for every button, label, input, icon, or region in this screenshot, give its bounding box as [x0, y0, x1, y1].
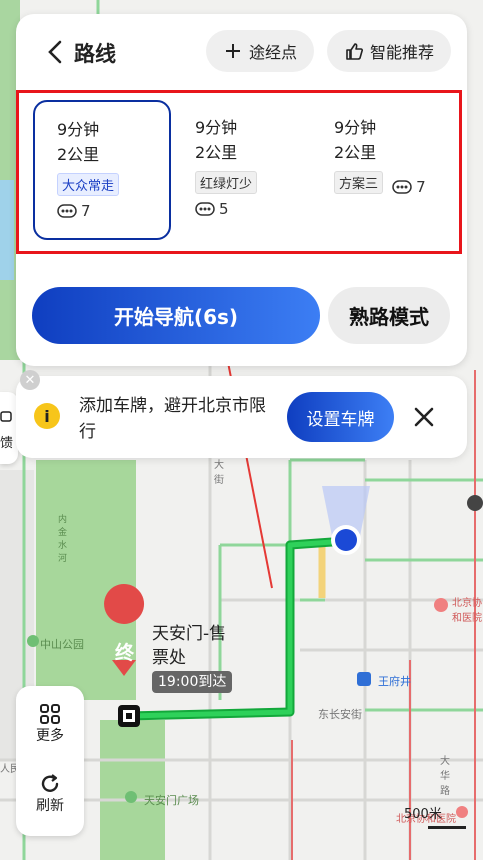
poi-zhongshan-park: 中山公园	[40, 638, 84, 651]
route-distance: 2公里	[334, 143, 377, 162]
plus-icon	[223, 41, 243, 61]
waypoint-label: 途经点	[248, 43, 297, 62]
close-icon[interactable]	[412, 405, 436, 429]
light-count: 7	[416, 177, 426, 196]
feedback-label: 馈	[0, 436, 14, 451]
traffic-light-icon	[195, 202, 215, 216]
route-option-3[interactable]: 9分钟 2公里 方案三 7	[312, 100, 460, 240]
route-time: 9分钟	[195, 118, 238, 137]
waypoint-button[interactable]: 途经点	[206, 30, 314, 72]
destination-badge: 终	[115, 642, 135, 664]
smart-recommend-button[interactable]: 智能推荐	[327, 30, 451, 72]
light-count: 7	[81, 202, 91, 220]
poi-wangfujing: 王府井	[378, 675, 411, 688]
map-tools: 更多 刷新	[16, 686, 84, 836]
destination-name[interactable]: 天安门-售票处	[152, 622, 232, 670]
more-label: 更多	[36, 728, 64, 744]
traffic-lights: 7	[57, 202, 169, 220]
scale-bar	[428, 826, 466, 829]
more-button[interactable]: 更多	[16, 694, 84, 754]
traffic-light-icon	[392, 179, 412, 194]
page-title: 路线	[74, 42, 116, 66]
info-icon: i	[34, 403, 60, 429]
refresh-button[interactable]: 刷新	[16, 764, 84, 824]
familiar-route-button[interactable]: 熟路模式	[328, 287, 450, 344]
banner-text: 添加车牌，避开北京市限行	[79, 396, 266, 442]
street-dahua: 大华路	[440, 756, 450, 797]
route-distance: 2公里	[57, 145, 100, 164]
poi-hospital: 北京协和医院	[452, 598, 482, 624]
street-dajie: 大街	[214, 460, 224, 486]
poi-tiananmen-square: 天安门广场	[144, 794, 199, 807]
plate-banner: ✕ i 添加车牌，避开北京市限行 设置车牌	[16, 370, 467, 458]
light-count: 5	[219, 200, 229, 218]
poi-neichang: 内金水河	[58, 515, 68, 564]
traffic-light-icon	[57, 204, 77, 218]
back-icon[interactable]	[44, 38, 68, 66]
banner-dismiss-icon[interactable]: ✕	[20, 370, 40, 390]
route-tag: 大众常走	[57, 173, 120, 196]
smart-label: 智能推荐	[369, 43, 434, 62]
thumbs-up-icon	[344, 41, 364, 61]
refresh-icon	[41, 774, 59, 792]
set-plate-button[interactable]: 设置车牌	[287, 392, 394, 442]
route-tag: 红绿灯少	[195, 171, 258, 194]
route-time: 9分钟	[334, 118, 377, 137]
route-option-1[interactable]: 9分钟 2公里 大众常走 7	[33, 100, 171, 240]
feedback-icon	[0, 411, 12, 422]
start-navigation-button[interactable]: 开始导航(6s)	[32, 287, 320, 344]
scale-label: 500米	[404, 807, 442, 822]
street-dong-changan: 东长安街	[318, 708, 362, 721]
traffic-lights: 5	[195, 200, 311, 218]
route-panel: 路线 途经点 智能推荐 9分钟 2公里 大众常走 7 9分钟 2公里 红绿灯少 …	[16, 14, 467, 366]
traffic-lights: 7	[392, 178, 426, 196]
route-distance: 2公里	[195, 143, 238, 162]
route-time: 9分钟	[57, 120, 100, 139]
refresh-label: 刷新	[36, 798, 64, 814]
arrival-time: 19:00到达	[152, 671, 233, 693]
route-tag: 方案三	[334, 171, 384, 194]
grid-icon	[40, 704, 60, 724]
route-option-2[interactable]: 9分钟 2公里 红绿灯少 5	[173, 100, 311, 240]
